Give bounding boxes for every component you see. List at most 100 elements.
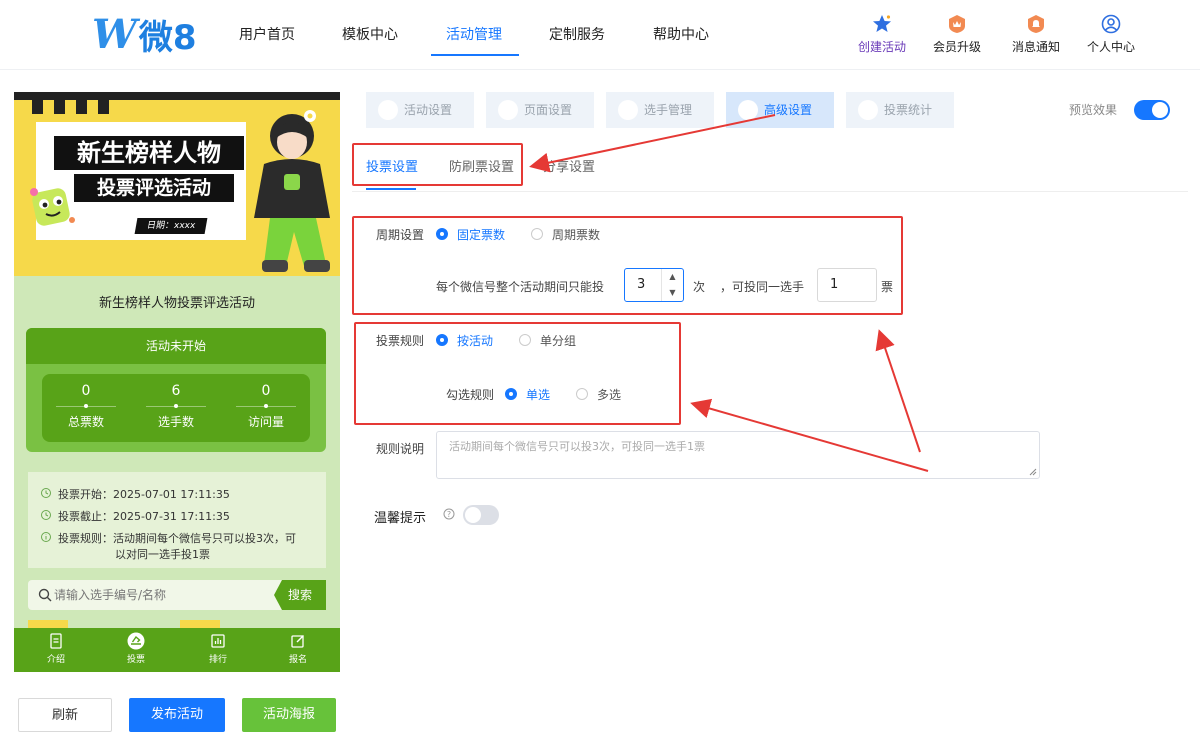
nav-active-underline xyxy=(431,54,519,56)
refresh-button[interactable]: 刷新 xyxy=(18,698,112,732)
user-center-label: 个人中心 xyxy=(1086,40,1135,54)
preview-bottom-nav: 介绍 投票 排行 报名 xyxy=(14,628,340,672)
resize-grip-icon[interactable] xyxy=(1029,468,1037,476)
preview-toggle[interactable] xyxy=(1134,100,1170,120)
notifications-label: 消息通知 xyxy=(1011,40,1060,54)
nav-custom-service[interactable]: 定制服务 xyxy=(549,24,605,44)
member-upgrade-button[interactable]: 会员升级 xyxy=(922,14,992,55)
heart-icon xyxy=(378,100,398,120)
nav-help[interactable]: 帮助中心 xyxy=(653,24,709,44)
nav-templates[interactable]: 模板中心 xyxy=(342,24,398,44)
vote-info-box: 投票开始：2025-07-01 17:11:35 投票截止：2025-07-31… xyxy=(28,472,326,568)
step-vote-stats[interactable]: 投票统计 xyxy=(846,92,954,128)
toggle-knob xyxy=(1152,102,1168,118)
step-activity-settings[interactable]: 活动设置 xyxy=(366,92,474,128)
bell-badge-icon xyxy=(1028,15,1044,33)
vote-rule-line2: 以对同一选手投1票 xyxy=(115,548,210,561)
notifications-button[interactable]: 消息通知 xyxy=(1001,14,1071,55)
vote-rule-text: 投票规则：活动期间每个微信号只可以投3次，可 以对同一选手投1票 xyxy=(58,530,296,562)
subtab-active-underline xyxy=(366,188,416,190)
doc-icon xyxy=(50,633,62,649)
stat-visits: 0 访问量 xyxy=(226,382,306,430)
rule-desc-placeholder: 活动期间每个微信号只可以投3次，可投同一选手1票 xyxy=(449,440,705,453)
annotation-box-cycle xyxy=(352,216,903,315)
bottom-nav-label: 介绍 xyxy=(46,655,65,665)
vote-start-line: 投票开始：2025-07-01 17:11:35 xyxy=(40,486,230,502)
step-label: 活动设置 xyxy=(404,103,453,117)
activity-status: 活动未开始 xyxy=(26,328,326,364)
crown-badge-icon xyxy=(949,15,965,33)
user-icon xyxy=(618,100,638,120)
bottom-nav-intro[interactable]: 介绍 xyxy=(26,632,86,665)
step-label: 高级设置 xyxy=(764,103,813,117)
nav-home[interactable]: 用户首页 xyxy=(239,24,295,44)
toggle-knob xyxy=(465,507,481,523)
sliders-icon xyxy=(738,100,758,120)
stats-icon xyxy=(858,100,878,120)
student-illustration xyxy=(254,110,330,272)
step-advanced-settings[interactable]: 高级设置 xyxy=(726,92,834,128)
app-root: W 微8 用户首页 模板中心 活动管理 定制服务 帮助中心 创建活动 会员升级 … xyxy=(0,0,1200,749)
bottom-nav-vote[interactable]: 投票 xyxy=(106,632,166,665)
stat-label: 总票数 xyxy=(67,415,104,429)
rule-desc-label: 规则说明 xyxy=(376,442,425,456)
stat-value: 0 xyxy=(261,383,271,399)
nav-activity-manage[interactable]: 活动管理 xyxy=(446,24,502,44)
info-icon xyxy=(41,532,51,542)
activity-name: 新生榜样人物投票评选活动 xyxy=(98,296,255,311)
annotation-box-vote-rule xyxy=(354,322,681,425)
subtab-share[interactable]: 分享设置 xyxy=(543,156,595,175)
annotation-box-subtabs xyxy=(352,143,523,186)
stat-value: 0 xyxy=(81,383,91,399)
stat-total-votes: 0 总票数 xyxy=(46,382,126,430)
bottom-nav-rank[interactable]: 排行 xyxy=(188,632,248,665)
activity-poster-button[interactable]: 活动海报 xyxy=(242,698,336,732)
mascot-illustration xyxy=(30,188,75,226)
stat-candidates: 6 选手数 xyxy=(136,382,216,430)
logo[interactable]: W 微8 xyxy=(92,10,197,58)
vote-icon xyxy=(127,632,145,650)
preview-toggle-label: 预览效果 xyxy=(1069,103,1118,117)
top-header: W 微8 用户首页 模板中心 活动管理 定制服务 帮助中心 创建活动 会员升级 … xyxy=(0,0,1200,70)
vote-start-text: 投票开始：2025-07-01 17:11:35 xyxy=(58,488,230,501)
stat-label: 访问量 xyxy=(247,415,284,429)
search-icon xyxy=(38,588,52,602)
help-icon[interactable]: ? xyxy=(443,508,455,520)
rule-desc-textarea[interactable]: 活动期间每个微信号只可以投3次，可投同一选手1票 xyxy=(436,431,1040,479)
edit-icon xyxy=(291,635,304,648)
member-upgrade-label: 会员升级 xyxy=(932,40,981,54)
publish-activity-button[interactable]: 发布活动 xyxy=(129,698,225,732)
stat-value: 6 xyxy=(171,383,181,399)
mobile-preview: 新生榜样人物 投票评选活动 日期：xxxx 新生榜样人物投票评选活动 活动未开始… xyxy=(14,92,340,672)
svg-text:?: ? xyxy=(447,510,451,519)
vote-end-text: 投票截止：2025-07-31 17:11:35 xyxy=(58,510,230,523)
create-activity-label: 创建活动 xyxy=(857,40,906,54)
banner-checker-pattern xyxy=(32,100,120,114)
tip-toggle[interactable] xyxy=(463,505,499,525)
bottom-nav-label: 排行 xyxy=(208,655,227,665)
search-button[interactable]: 搜索 xyxy=(274,580,326,610)
tip-label: 温馨提示 xyxy=(374,511,427,526)
bottom-nav-signup[interactable]: 报名 xyxy=(268,632,328,665)
banner-date: 日期：xxxx xyxy=(134,218,208,234)
search-input[interactable]: 请输入选手编号/名称 xyxy=(28,580,284,610)
create-activity-button[interactable]: 创建活动 xyxy=(847,14,917,55)
activity-banner: 新生榜样人物 投票评选活动 日期：xxxx xyxy=(14,92,340,276)
candidate-card-peek xyxy=(28,620,68,628)
banner-stripe xyxy=(14,92,340,100)
bottom-nav-label: 报名 xyxy=(288,655,307,665)
clock-icon xyxy=(41,488,51,498)
user-center-button[interactable]: 个人中心 xyxy=(1076,14,1146,55)
page-icon xyxy=(498,100,518,120)
stats-card: 活动未开始 0 总票数 6 选手数 0 访问量 xyxy=(26,328,326,452)
candidate-card-peek xyxy=(180,620,220,628)
bottom-nav-label: 投票 xyxy=(126,655,145,665)
logo-mark: W xyxy=(92,10,137,58)
step-page-settings[interactable]: 页面设置 xyxy=(486,92,594,128)
step-candidate-manage[interactable]: 选手管理 xyxy=(606,92,714,128)
stat-label: 选手数 xyxy=(157,415,194,429)
logo-text: 微8 xyxy=(138,17,197,58)
step-label: 页面设置 xyxy=(524,103,573,117)
vote-rule-line: 投票规则：活动期间每个微信号只可以投3次，可 以对同一选手投1票 xyxy=(40,530,296,562)
banner-title-line2: 投票评选活动 xyxy=(74,174,234,202)
